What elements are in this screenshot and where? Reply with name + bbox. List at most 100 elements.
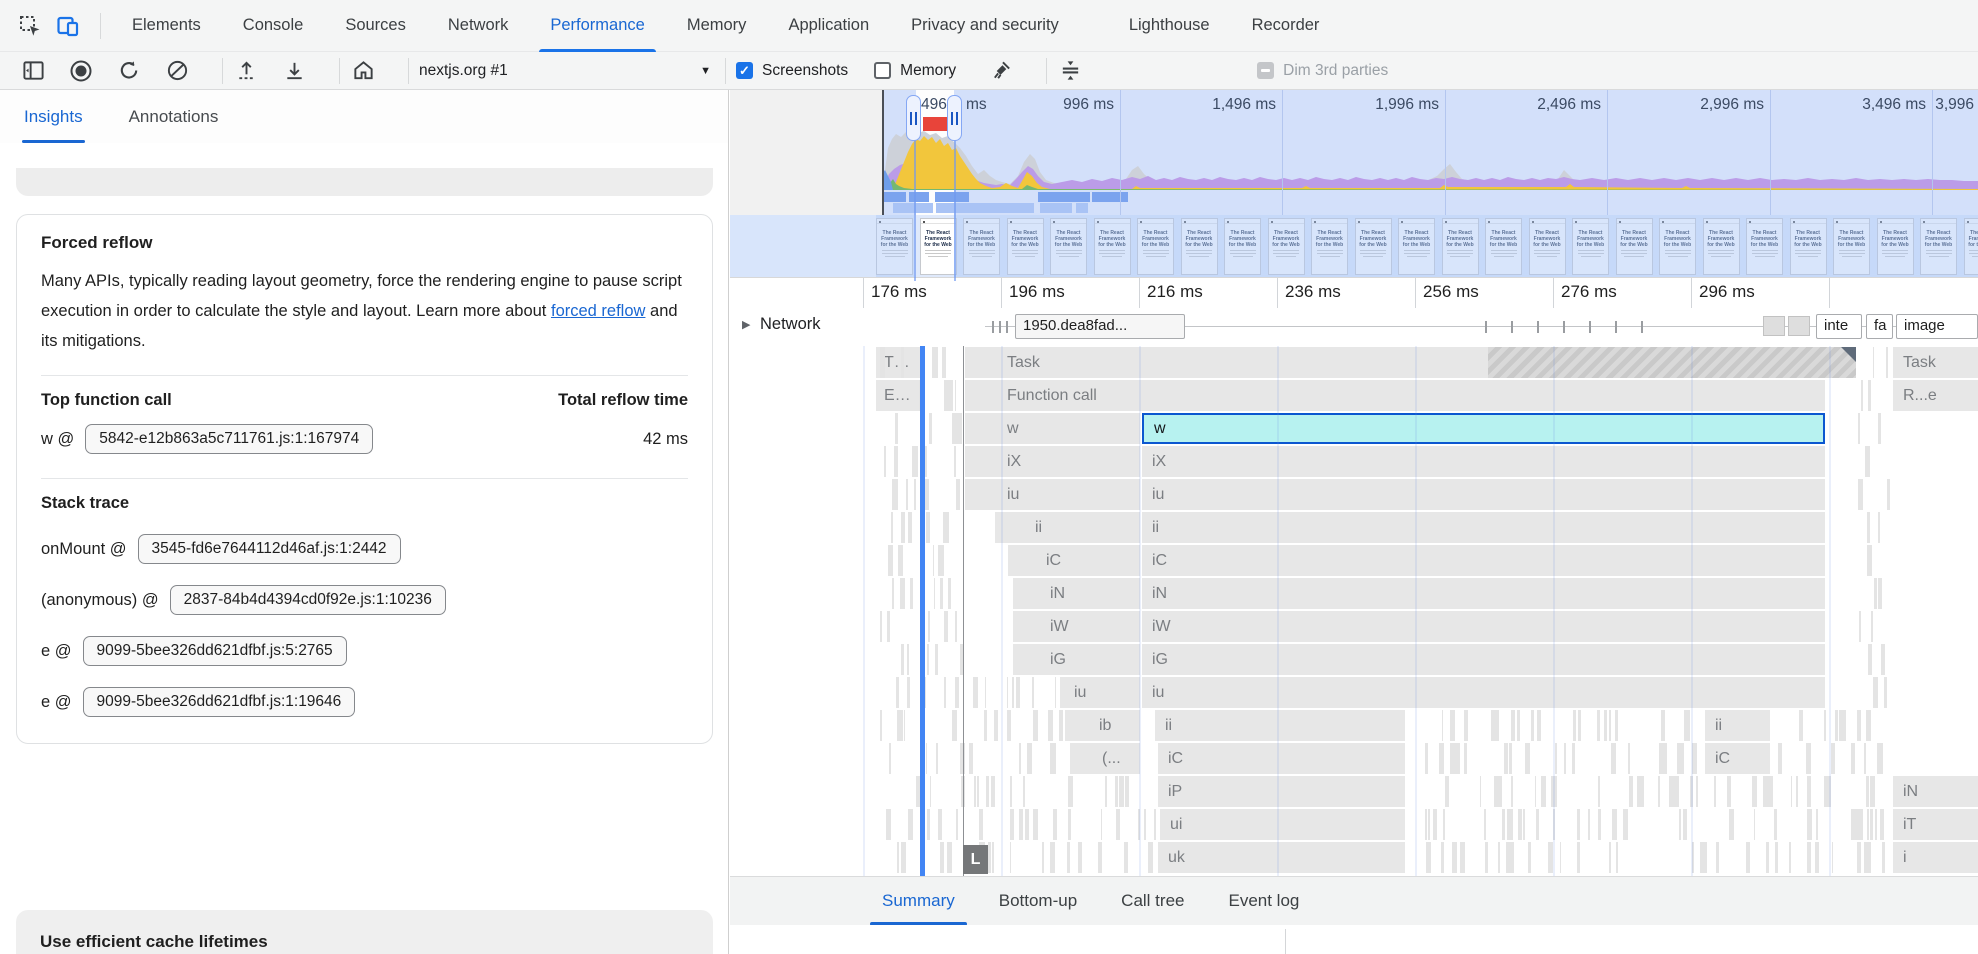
forced-reflow-card[interactable]: Forced reflow Many APIs, typically readi… — [16, 214, 713, 744]
tab-recorder[interactable]: Recorder — [1231, 0, 1341, 52]
previous-insight-card[interactable] — [16, 168, 713, 196]
flame-bar[interactable]: w — [965, 413, 1140, 444]
garbage-collect-icon[interactable] — [988, 58, 1014, 84]
flame-bar[interactable]: R...e — [1893, 380, 1978, 411]
flame-bar[interactable]: iG — [1013, 644, 1140, 675]
record-icon[interactable] — [68, 58, 94, 84]
flame-bar[interactable]: ii — [995, 512, 1140, 543]
flame-fragment — [1857, 710, 1861, 741]
tab-label: Call tree — [1121, 891, 1184, 911]
flame-bar[interactable]: ui — [1160, 809, 1405, 840]
reload-icon[interactable] — [116, 58, 142, 84]
bottom-tab-event-log[interactable]: Event log — [1228, 877, 1299, 926]
forced-reflow-link[interactable]: forced reflow — [551, 302, 645, 320]
flame-bar[interactable]: iC — [1158, 743, 1405, 774]
tab-lighthouse[interactable]: Lighthouse — [1108, 0, 1231, 52]
flame-bar[interactable]: iG — [1142, 644, 1825, 675]
flame-bar-selected[interactable]: w — [1142, 413, 1825, 444]
network-request[interactable]: fa — [1866, 314, 1893, 339]
flame-bar[interactable]: iT — [1893, 809, 1978, 840]
network-request[interactable]: image — [1896, 314, 1978, 339]
flame-bar[interactable]: iW — [1142, 611, 1825, 642]
flame-bar[interactable]: iX — [965, 446, 1140, 477]
flame-bar[interactable]: iN — [1013, 578, 1140, 609]
bottom-tab-call-tree[interactable]: Call tree — [1121, 877, 1184, 926]
flame-bar[interactable]: uk — [1158, 842, 1405, 873]
inspect-element-icon[interactable] — [14, 10, 46, 42]
flame-bar[interactable]: iC — [1705, 743, 1770, 774]
clear-icon[interactable] — [164, 58, 190, 84]
timeline-overview[interactable]: 996 ms1,496 ms1,996 ms2,496 ms2,996 ms3,… — [730, 90, 1978, 215]
flame-bar[interactable]: (... — [1070, 743, 1140, 774]
tab-network[interactable]: Network — [427, 0, 530, 52]
flame-bar[interactable]: Task — [1893, 347, 1978, 378]
profile-select[interactable]: nextjs.org #1 ▼ — [419, 62, 711, 80]
flame-fragment — [1053, 743, 1055, 774]
lcp-marker-badge[interactable]: L — [963, 845, 988, 874]
network-request[interactable]: 1950.dea8fad... — [1015, 314, 1185, 339]
flame-bar[interactable]: iN — [1142, 578, 1825, 609]
flame-bar[interactable]: iC — [1142, 545, 1825, 576]
network-request[interactable]: inte — [1816, 314, 1862, 339]
overview-handle-left[interactable] — [906, 95, 921, 141]
ruler-label: 236 ms — [1285, 282, 1341, 302]
flame-bar[interactable]: iu — [1060, 677, 1140, 708]
filmstrip-thumbnail[interactable]: The ReactFrameworkfor the Web — [920, 218, 957, 275]
bottom-tab-bottom-up[interactable]: Bottom-up — [999, 877, 1077, 926]
screenshots-checkbox[interactable]: ✓ — [736, 62, 753, 79]
ruler-label: 196 ms — [1009, 282, 1065, 302]
overview-gridline — [1282, 90, 1283, 215]
source-location-link[interactable]: 3545-fd6e7644112d46af.js:1:2442 — [138, 534, 401, 564]
tab-console[interactable]: Console — [222, 0, 325, 52]
tab-application[interactable]: Application — [767, 0, 890, 52]
dock-side-icon[interactable] — [20, 58, 46, 84]
source-location-link[interactable]: 9099-5bee326dd621dfbf.js:5:2765 — [83, 636, 347, 666]
flame-bar[interactable]: Function call — [965, 380, 1825, 411]
sidebar-tab-insights[interactable]: Insights — [24, 90, 83, 143]
flame-bar[interactable]: iX — [1142, 446, 1825, 477]
long-task-hatched-bar[interactable] — [1488, 347, 1856, 378]
tab-privacy-and-security[interactable]: Privacy and security — [890, 0, 1080, 52]
flame-bar[interactable]: iW — [1013, 611, 1140, 642]
network-request[interactable] — [1788, 316, 1810, 336]
tab-memory[interactable]: Memory — [666, 0, 768, 52]
flame-bar[interactable]: iu — [965, 479, 1140, 510]
device-toolbar-icon[interactable] — [52, 10, 84, 42]
download-profile-icon[interactable] — [281, 58, 307, 84]
flame-bar[interactable]: iu — [1142, 479, 1825, 510]
triangle-right-icon[interactable]: ▶ — [742, 318, 750, 331]
source-location-link[interactable]: 5842-e12b863a5c711761.js:1:167974 — [85, 424, 373, 454]
source-location-link[interactable]: 9099-5bee326dd621dfbf.js:1:19646 — [83, 687, 356, 717]
collapse-sections-icon[interactable] — [1057, 58, 1083, 84]
panel-divider[interactable] — [728, 90, 729, 954]
flame-fragment — [1517, 710, 1521, 741]
flame-fragment — [1874, 578, 1878, 609]
flame-bar[interactable]: i — [1893, 842, 1978, 873]
main-flame-chart[interactable]: T…TaskTaskE…Function callR...ewwiXiXiuiu… — [730, 346, 1978, 876]
flame-bar[interactable]: iu — [1142, 677, 1825, 708]
flame-bar[interactable]: ii — [1142, 512, 1825, 543]
flame-bar[interactable]: ii — [1155, 710, 1405, 741]
source-location-link[interactable]: 2837-84b4d4394cd0f92e.js:1:10236 — [170, 585, 446, 615]
flame-bar[interactable]: iC — [1008, 545, 1140, 576]
cache-lifetimes-card[interactable]: Use efficient cache lifetimes — [16, 910, 713, 954]
dim-3rd-parties-checkbox[interactable] — [1257, 62, 1274, 79]
flame-fragment — [1053, 809, 1057, 840]
network-track-label[interactable]: Network — [760, 315, 821, 334]
upload-profile-icon[interactable] — [233, 58, 259, 84]
tab-sources[interactable]: Sources — [324, 0, 427, 52]
screenshots-label: Screenshots — [762, 62, 848, 80]
flame-bar[interactable]: ib — [1065, 710, 1140, 741]
flame-bar[interactable]: ii — [1705, 710, 1770, 741]
sidebar-tab-annotations[interactable]: Annotations — [129, 90, 219, 143]
flame-bar[interactable]: E… — [876, 380, 920, 411]
flame-bar[interactable]: iP — [1158, 776, 1405, 807]
tab-elements[interactable]: Elements — [111, 0, 222, 52]
memory-checkbox[interactable] — [874, 62, 891, 79]
home-icon[interactable] — [350, 58, 376, 84]
bottom-tab-summary[interactable]: Summary — [882, 877, 955, 926]
network-request[interactable] — [1763, 316, 1785, 336]
overview-handle-right[interactable] — [947, 95, 962, 141]
flame-bar[interactable]: iN — [1893, 776, 1978, 807]
tab-performance[interactable]: Performance — [529, 0, 665, 52]
